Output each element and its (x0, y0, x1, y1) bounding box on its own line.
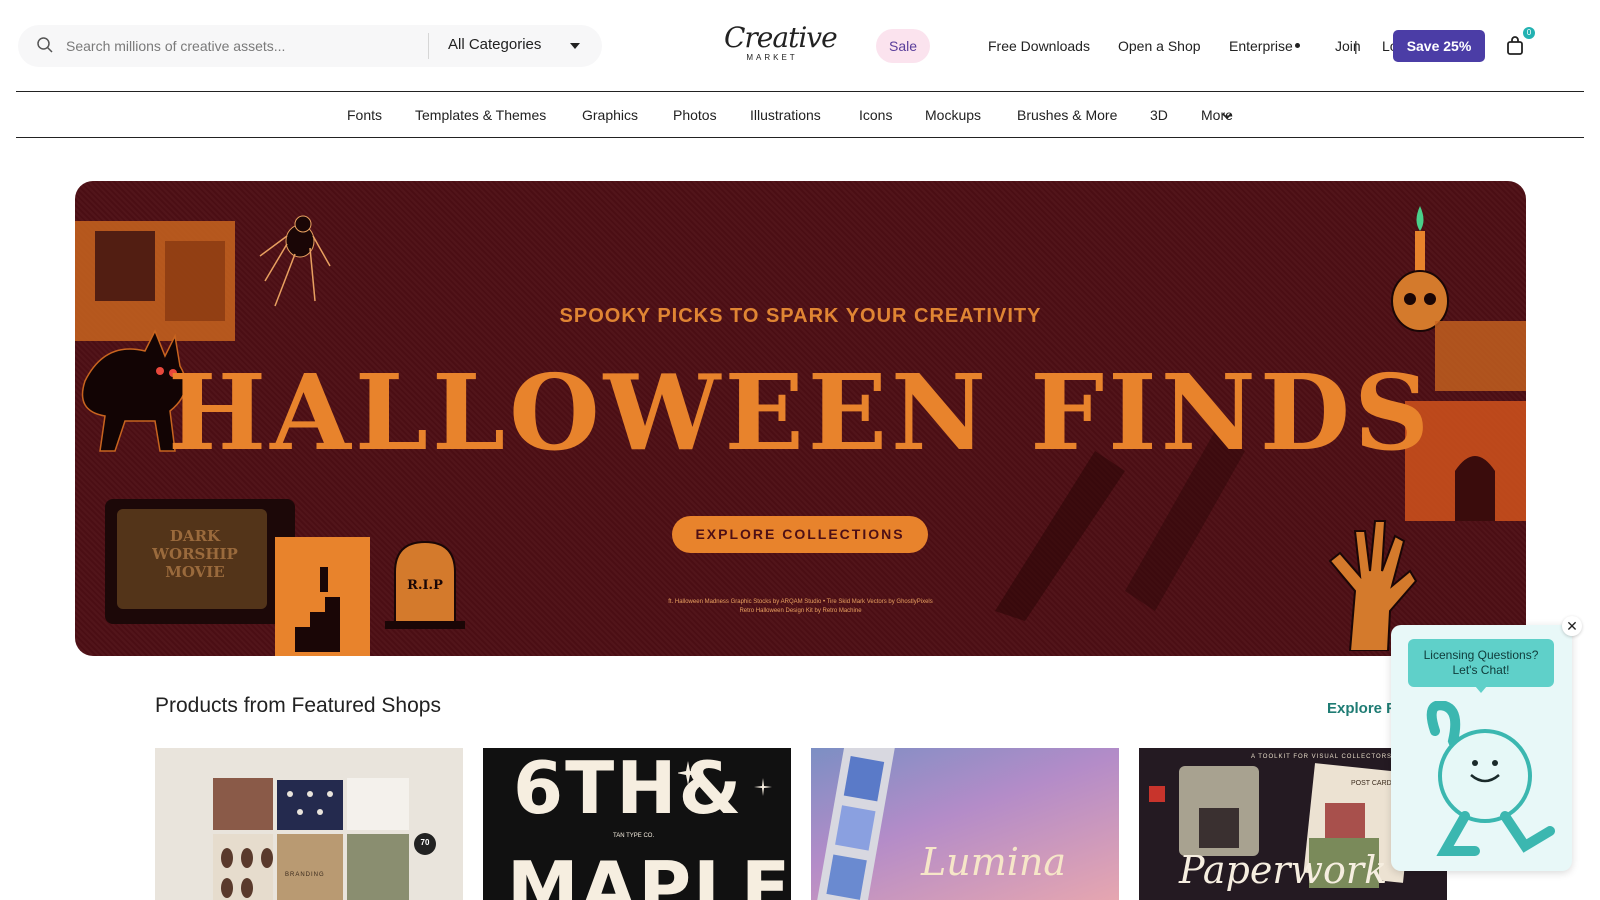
product-card-6th-maple[interactable]: 6TH& MAPLE TAN TYPE CO. (483, 748, 791, 900)
search-icon (37, 37, 53, 53)
hero-banner[interactable]: DARK WORSHIP MOVIE R.I.P SPOOKY PICKS TO… (75, 181, 1526, 656)
book-cover-illustration (275, 537, 370, 656)
explore-featured-link[interactable]: Explore F (1327, 700, 1395, 717)
film-strip-illustration (815, 748, 896, 900)
cart-count-badge: 0 (1523, 27, 1535, 39)
paperwork-title: Paperwork (1179, 848, 1388, 892)
branding-label: BRANDING (285, 872, 325, 878)
enterprise-link[interactable]: Enterprise (1229, 38, 1293, 54)
open-a-shop-link[interactable]: Open a Shop (1118, 38, 1201, 54)
featured-shops-heading: Products from Featured Shops (155, 694, 441, 717)
free-downloads-link[interactable]: Free Downloads (988, 38, 1090, 54)
chat-bubble-tail (1475, 686, 1487, 693)
nav-photos[interactable]: Photos (673, 107, 717, 123)
save-25-button[interactable]: Save 25% (1393, 30, 1485, 62)
creative-market-logo[interactable]: Creative MARKET (724, 21, 838, 63)
nav-brushes-more[interactable]: Brushes & More (1017, 107, 1117, 123)
link-separator: | (1354, 38, 1358, 54)
mascot-illustration (1426, 701, 1555, 856)
chat-widget[interactable]: Licensing Questions? Let's Chat! (1391, 625, 1572, 871)
nav-templates-themes[interactable]: Templates & Themes (415, 107, 546, 123)
chevron-down-icon[interactable] (1222, 111, 1232, 121)
6th-maple-title-bottom: MAPLE (507, 846, 791, 900)
post-card-label: POST CARD (1351, 780, 1392, 787)
product-card-lumina[interactable]: Lumina (811, 748, 1119, 900)
hero-credits: ft. Halloween Madness Graphic Stocks by … (75, 598, 1526, 616)
caret-down-icon[interactable] (570, 43, 580, 49)
category-select[interactable]: All Categories (448, 36, 541, 53)
search-input[interactable]: Search millions of creative assets... (66, 38, 285, 54)
lumina-title: Lumina (921, 840, 1067, 884)
nav-graphics[interactable]: Graphics (582, 107, 638, 123)
dot-separator (1295, 43, 1300, 48)
tan-type-label: TAN TYPE CO. (613, 833, 655, 839)
hero-credit-line-1: ft. Halloween Madness Graphic Stocks by … (668, 599, 933, 605)
cart-icon[interactable] (1505, 36, 1525, 56)
nav-3d[interactable]: 3D (1150, 107, 1168, 123)
search-bar[interactable]: Search millions of creative assets... Al… (18, 25, 602, 67)
chat-close-button[interactable]: ✕ (1562, 616, 1582, 636)
chat-bubble[interactable]: Licensing Questions? Let's Chat! (1408, 639, 1554, 687)
chat-line-2: Let's Chat! (1452, 663, 1510, 677)
logo-wordmark: Creative (724, 21, 838, 54)
nav-illustrations[interactable]: Illustrations (750, 107, 821, 123)
explore-collections-button[interactable]: EXPLORE COLLECTIONS (672, 516, 928, 553)
hero-title: HALLOWEEN FINDS (167, 351, 1434, 474)
product-card-branding[interactable]: 70 BRANDING (155, 748, 463, 900)
sale-link[interactable]: Sale (876, 29, 930, 63)
hero-credit-line-2: Retro Halloween Design Kit by Retro Mach… (739, 608, 862, 614)
spider-icon (259, 215, 331, 307)
sparkle-icon (678, 761, 772, 796)
tombstone-text: R.I.P (407, 578, 443, 593)
product-count-badge: 70 (420, 838, 430, 847)
hero-subtitle: SPOOKY PICKS TO SPARK YOUR CREATIVITY (559, 305, 1042, 327)
search-divider (428, 33, 429, 59)
logo-subtitle: MARKET (746, 53, 798, 62)
tv-text: DARK WORSHIP MOVIE (152, 527, 238, 581)
nav-fonts[interactable]: Fonts (347, 107, 382, 123)
nav-icons[interactable]: Icons (859, 107, 892, 123)
chat-line-1: Licensing Questions? (1423, 648, 1539, 662)
nav-mockups[interactable]: Mockups (925, 107, 981, 123)
category-nav: Fonts Templates & Themes Graphics Photos… (16, 92, 1584, 138)
